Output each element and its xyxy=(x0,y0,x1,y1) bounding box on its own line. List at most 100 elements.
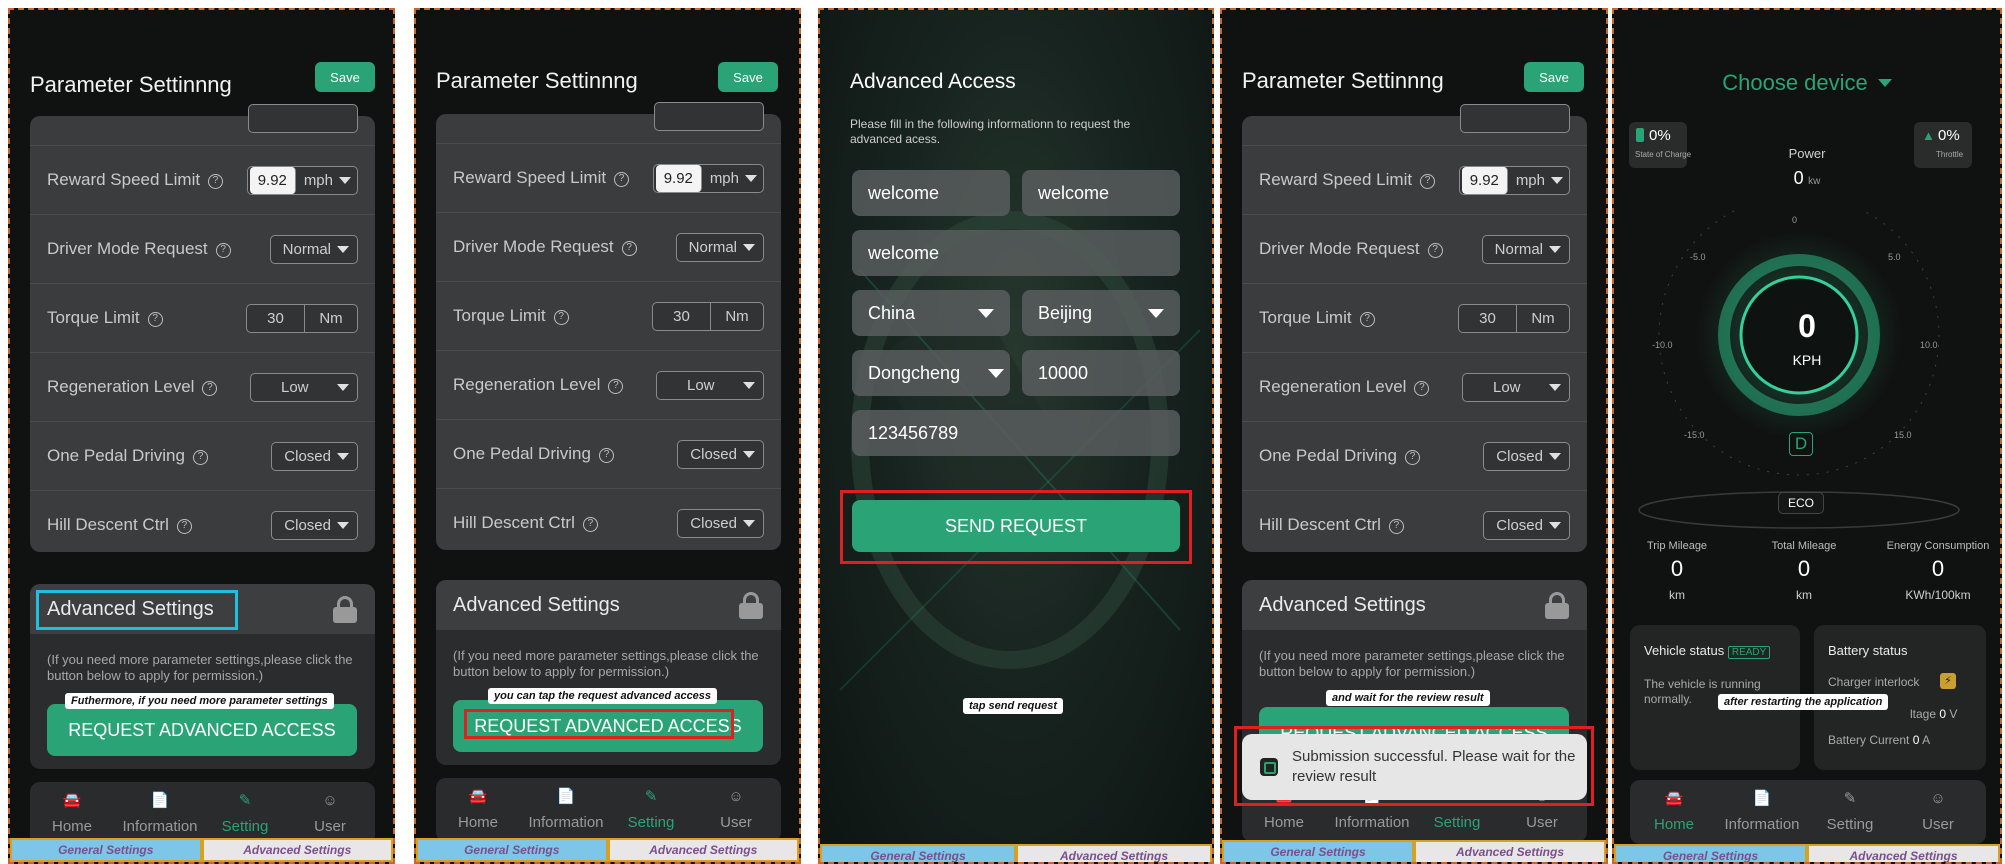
regeneration-dropdown[interactable]: Low xyxy=(250,373,358,402)
torque-input[interactable]: 30 Nm xyxy=(652,302,764,331)
param-label: Hill Descent Ctrl xyxy=(47,515,169,534)
help-icon[interactable]: ? xyxy=(1427,243,1443,258)
help-icon[interactable]: ? xyxy=(614,172,630,187)
hill-descent-dropdown[interactable]: Closed xyxy=(677,509,764,538)
tutorial-tip: tap send request xyxy=(963,698,1064,714)
torque-input[interactable]: 30 Nm xyxy=(246,304,358,333)
highlight-request-button xyxy=(464,709,734,739)
nav-home[interactable]: 🚘 Home xyxy=(32,786,112,835)
top-control-partial[interactable] xyxy=(1460,104,1570,133)
city-select[interactable]: Beijing xyxy=(1022,290,1180,336)
hill-descent-dropdown[interactable]: Closed xyxy=(1483,511,1570,540)
driver-mode-dropdown[interactable]: Normal xyxy=(269,235,358,264)
request-advanced-access-button[interactable]: REQUEST ADVANCED ACCESS xyxy=(47,704,357,756)
section-tags: General Settings Advanced Settings xyxy=(416,838,799,862)
top-control-partial[interactable] xyxy=(248,104,358,133)
save-button[interactable]: Save xyxy=(718,62,778,92)
phone-input[interactable]: 123456789 xyxy=(852,410,1180,456)
torque-value[interactable]: 30 xyxy=(653,303,711,330)
help-icon[interactable]: ? xyxy=(208,174,224,189)
district-select[interactable]: Dongcheng xyxy=(852,350,1010,396)
nav-user[interactable]: ☺ User xyxy=(1898,784,1978,834)
help-icon[interactable]: ? xyxy=(176,519,192,534)
first-name-input[interactable]: welcome xyxy=(852,170,1010,216)
param-row-driver-mode: Driver Mode Request? Normal xyxy=(1242,215,1587,284)
help-icon[interactable]: ? xyxy=(192,450,208,465)
nav-user[interactable]: ☺ User xyxy=(290,786,370,836)
save-button[interactable]: Save xyxy=(1524,62,1584,92)
current-unit: A xyxy=(1922,733,1931,747)
hill-descent-dropdown[interactable]: Closed xyxy=(271,511,358,540)
nav-setting[interactable]: ✎ Setting xyxy=(205,786,285,835)
param-label: Driver Mode Request xyxy=(47,239,208,258)
one-pedal-dropdown[interactable]: Closed xyxy=(677,440,764,469)
help-icon[interactable]: ? xyxy=(598,448,614,463)
torque-input[interactable]: 30 Nm xyxy=(1458,304,1570,333)
nav-setting[interactable]: ✎ Setting xyxy=(1810,784,1890,833)
regeneration-dropdown[interactable]: Low xyxy=(656,371,764,400)
speed-value[interactable]: 9.92 xyxy=(655,165,702,192)
unit-select[interactable]: mph xyxy=(298,172,357,189)
param-label: Torque Limit xyxy=(47,308,140,327)
nav-home[interactable]: 🚘 Home xyxy=(1634,784,1714,833)
help-icon[interactable]: ? xyxy=(621,241,637,256)
tutorial-tip: Futhermore, if you need more parameter s… xyxy=(65,693,334,709)
help-icon[interactable]: ? xyxy=(202,381,218,396)
unit-select[interactable]: mph xyxy=(704,170,763,187)
help-icon[interactable]: ? xyxy=(1359,312,1375,327)
country-select[interactable]: China xyxy=(852,290,1010,336)
chevron-down-icon xyxy=(743,382,755,389)
unit-label: Nm xyxy=(1531,310,1555,327)
unit-label: mph xyxy=(1515,172,1545,189)
torque-value[interactable]: 30 xyxy=(247,305,305,332)
help-icon[interactable]: ? xyxy=(147,312,163,327)
postcode-input[interactable]: 10000 xyxy=(1022,350,1180,396)
chevron-down-icon xyxy=(339,177,351,184)
metric-unit: KWh/100km xyxy=(1905,588,1971,602)
nav-user[interactable]: ☺ User xyxy=(696,782,776,832)
nav-information[interactable]: 📄 Information xyxy=(1722,784,1802,833)
help-icon[interactable]: ? xyxy=(1414,381,1430,396)
nav-information[interactable]: 📄 Information xyxy=(120,786,200,835)
one-pedal-dropdown[interactable]: Closed xyxy=(271,442,358,471)
help-icon[interactable]: ? xyxy=(1420,174,1436,189)
save-button[interactable]: Save xyxy=(315,62,375,92)
speed-limit-input[interactable]: 9.92 mph xyxy=(246,166,358,195)
unit-select[interactable]: mph xyxy=(1510,172,1569,189)
drive-mode-badge[interactable]: ECO xyxy=(1778,492,1824,514)
document-icon: 📄 xyxy=(150,792,170,809)
nav-setting[interactable]: ✎ Setting xyxy=(611,782,691,831)
speed-value[interactable]: 9.92 xyxy=(1461,167,1508,194)
help-icon[interactable]: ? xyxy=(553,310,569,325)
last-name-input[interactable]: welcome xyxy=(1022,170,1180,216)
speed-limit-input[interactable]: 9.92 mph xyxy=(652,164,764,193)
nav-information[interactable]: 📄 Information xyxy=(526,782,606,831)
regeneration-dropdown[interactable]: Low xyxy=(1462,373,1570,402)
help-icon[interactable]: ? xyxy=(1404,450,1420,465)
user-icon: ☺ xyxy=(322,791,338,809)
speed-value[interactable]: 9.92 xyxy=(249,167,296,194)
param-label: Reward Speed Limit xyxy=(453,168,607,187)
param-row-regeneration: Regeneration Level? Low xyxy=(1242,353,1587,422)
throttle: ▲ 0% Throttle xyxy=(1914,122,1972,168)
device-selector[interactable]: Choose device xyxy=(1614,70,2000,96)
nav-home[interactable]: 🚘 Home xyxy=(438,782,518,831)
help-icon[interactable]: ? xyxy=(582,517,598,532)
top-control-partial[interactable] xyxy=(654,102,764,131)
torque-value[interactable]: 30 xyxy=(1459,305,1517,332)
metric-unit: km xyxy=(1669,588,1685,602)
screen-2: Parameter Settinnng Save Reward Speed Li… xyxy=(414,8,801,864)
phone-screen: Parameter Settinnng Save Reward Speed Li… xyxy=(416,10,799,862)
driver-mode-dropdown[interactable]: Normal xyxy=(1481,235,1570,264)
tag-general-settings: General Settings xyxy=(1614,844,1807,862)
screen-1: Parameter Settinnng Save Reward Speed Li… xyxy=(8,8,395,864)
one-pedal-dropdown[interactable]: Closed xyxy=(1483,442,1570,471)
company-input[interactable]: welcome xyxy=(852,230,1180,276)
tag-advanced-settings: Advanced Settings xyxy=(1414,840,1606,862)
driver-mode-dropdown[interactable]: Normal xyxy=(675,233,764,262)
help-icon[interactable]: ? xyxy=(1388,519,1404,534)
speed-limit-input[interactable]: 9.92 mph xyxy=(1458,166,1570,195)
help-icon[interactable]: ? xyxy=(215,243,231,258)
tick-label: 5.0 xyxy=(1888,252,1901,262)
help-icon[interactable]: ? xyxy=(608,379,624,394)
